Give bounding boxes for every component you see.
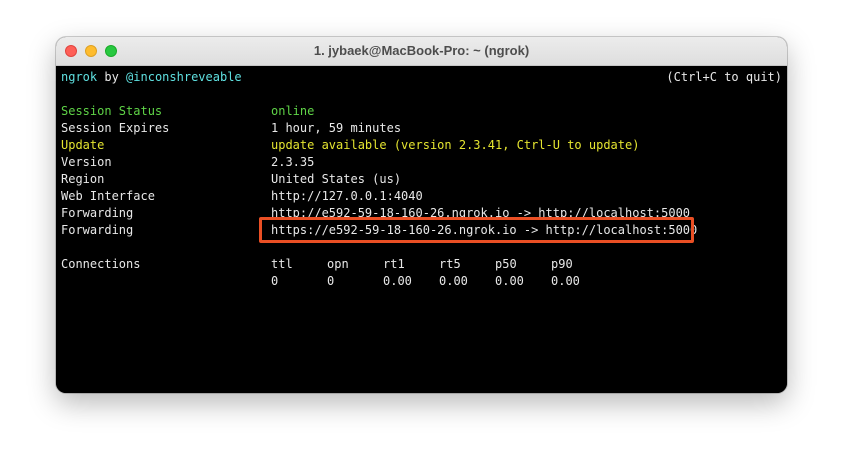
version-label: Version [61,155,112,169]
conn-header-p90: p90 [551,257,573,271]
update-value: update available (version 2.3.41, Ctrl-U… [271,138,640,152]
update-label: Update [61,138,105,152]
connections-label: Connections [61,257,141,271]
title-bar[interactable]: 1. jybaek@MacBook-Pro: ~ (ngrok) [56,37,787,66]
header-line: ngrok by @inconshreveable [61,69,242,85]
status-value: online [271,104,315,118]
quit-hint: (Ctrl+C to quit) [666,70,782,84]
highlight-box [259,217,694,243]
expires-value: 1 hour, 59 minutes [271,121,402,135]
terminal-window: 1. jybaek@MacBook-Pro: ~ (ngrok) ngrok b… [56,37,787,393]
conn-header-opn: opn [327,257,349,271]
web-interface-label: Web Interface [61,189,155,203]
conn-value-rt5: 0.00 [439,274,468,288]
web-interface-url[interactable]: http://127.0.0.1:4040 [271,188,423,204]
status-label: Session Status [61,104,163,118]
conn-value-ttl: 0 [271,274,279,288]
region-label: Region [61,172,105,186]
author-name: @inconshreveable [126,70,242,84]
conn-header-rt1: rt1 [383,257,405,271]
region-value: United States (us) [271,172,402,186]
expires-label: Session Expires [61,121,170,135]
forwarding-label-http: Forwarding [61,206,134,220]
conn-header-rt5: rt5 [439,257,461,271]
conn-value-rt1: 0.00 [383,274,412,288]
version-value: 2.3.35 [271,155,315,169]
window-title: 1. jybaek@MacBook-Pro: ~ (ngrok) [313,43,530,58]
by-text: by [104,70,119,84]
conn-value-p50: 0.00 [495,274,524,288]
conn-header-ttl: ttl [271,257,293,271]
terminal-content[interactable]: ngrok by @inconshreveable (Ctrl+C to qui… [56,66,787,393]
conn-value-opn: 0 [327,274,335,288]
conn-value-p90: 0.00 [551,274,580,288]
forwarding-label-https: Forwarding [61,223,134,237]
app-name: ngrok [61,70,98,84]
forwarding-http-value[interactable]: http://e592-59-18-160-26.ngrok.io -> htt… [271,205,690,217]
conn-header-p50: p50 [495,257,517,271]
